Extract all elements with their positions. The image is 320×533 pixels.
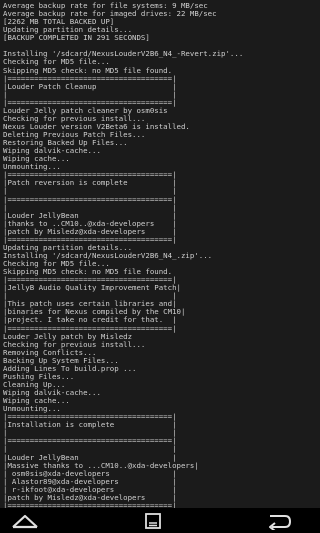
home-icon xyxy=(145,512,161,529)
navigation-bar xyxy=(0,508,320,533)
console-line: [BACKUP COMPLETED IN 291 SECONDS] xyxy=(3,33,150,43)
recovery-console-log: Average backup rate for file systems: 9 … xyxy=(0,0,320,508)
recent-apps-icon xyxy=(269,514,292,530)
back-icon xyxy=(12,514,38,528)
home-button[interactable] xyxy=(128,508,178,533)
recent-apps-button[interactable] xyxy=(252,508,302,533)
back-button[interactable] xyxy=(0,508,50,533)
